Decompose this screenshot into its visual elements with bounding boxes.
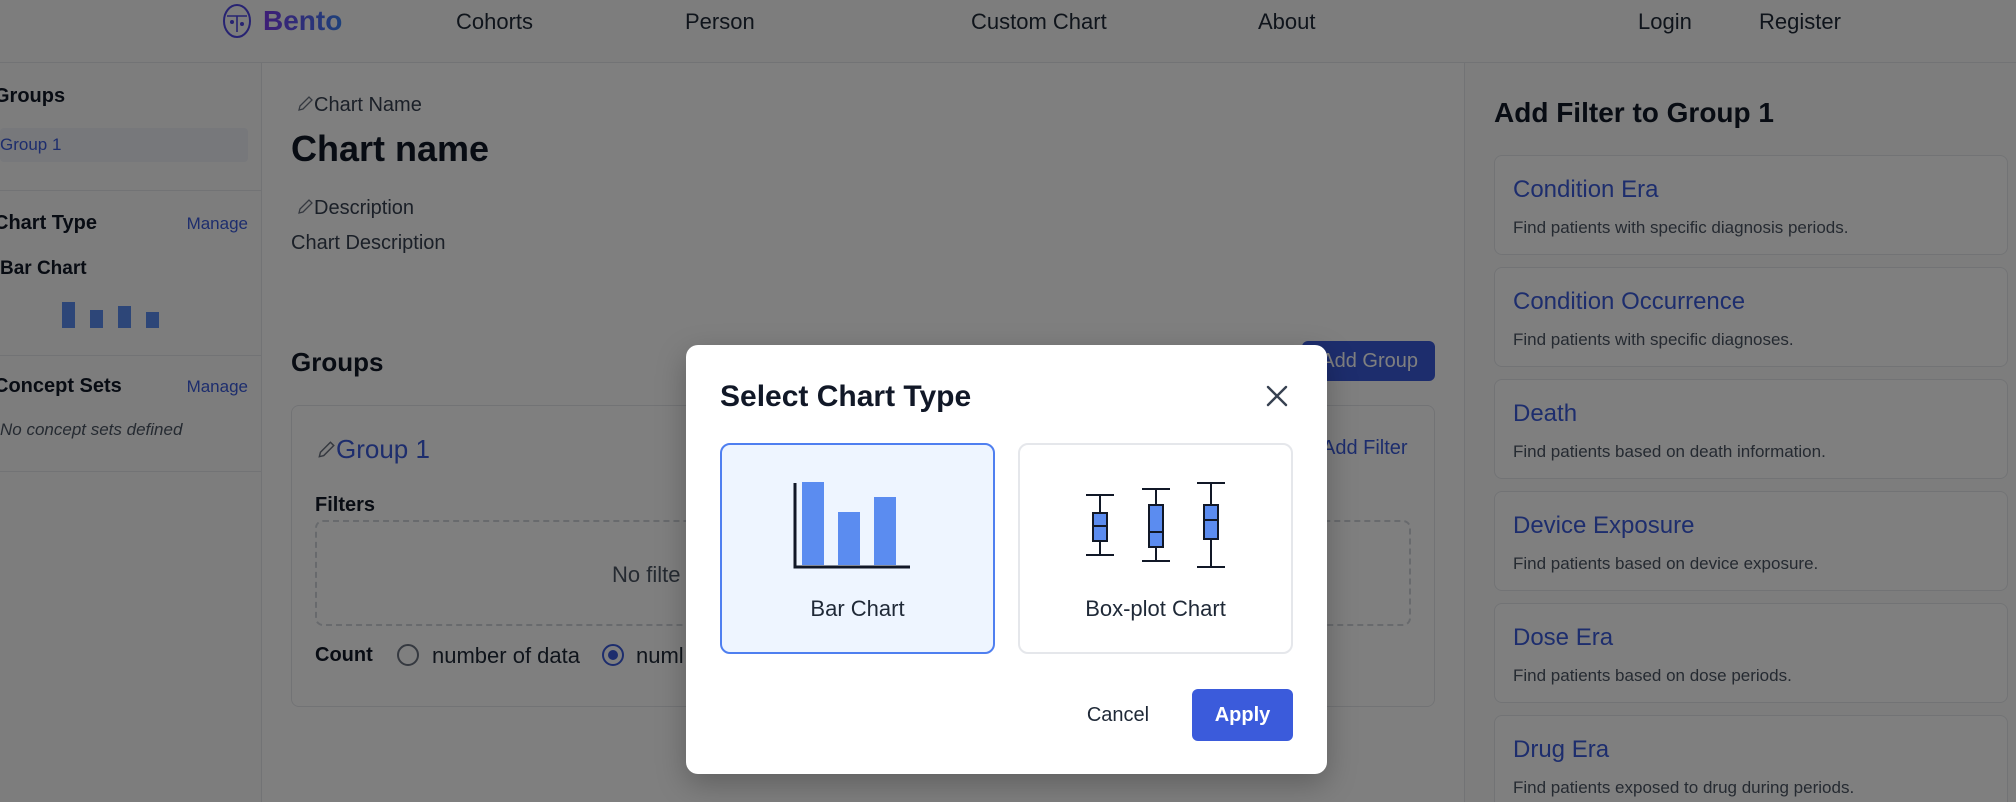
chart-type-option-boxplot[interactable]: Box-plot Chart: [1018, 443, 1293, 654]
chart-type-option-label: Bar Chart: [810, 596, 905, 621]
box-plot-icon: [1086, 482, 1225, 568]
chart-type-option-label: Box-plot Chart: [1085, 596, 1226, 621]
dialog-title: Select Chart Type: [720, 380, 972, 413]
chart-type-option-bar[interactable]: Bar Chart: [720, 443, 995, 654]
bar-chart-icon: [793, 482, 910, 569]
close-icon[interactable]: [1262, 381, 1292, 411]
apply-button[interactable]: Apply: [1192, 689, 1293, 741]
select-chart-type-dialog: Select Chart Type Bar Chart Box-plot Cha…: [686, 345, 1327, 774]
cancel-button[interactable]: Cancel: [1072, 689, 1164, 741]
